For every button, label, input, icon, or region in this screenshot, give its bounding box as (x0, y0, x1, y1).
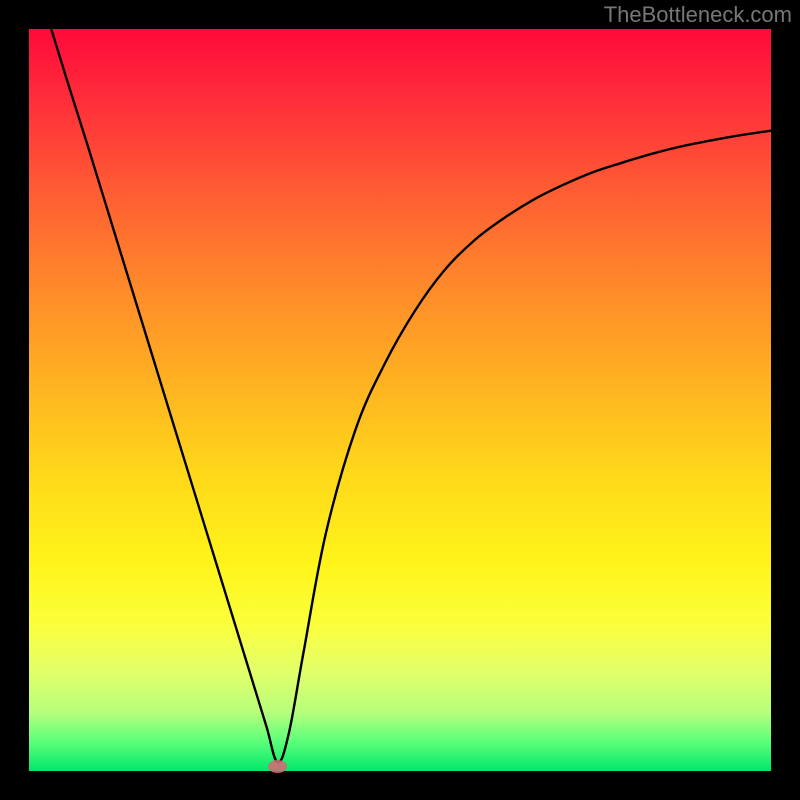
watermark-text: TheBottleneck.com (604, 2, 792, 28)
plot-area (29, 29, 771, 771)
chart-svg (29, 29, 771, 771)
bottleneck-curve (51, 29, 771, 762)
minimum-marker (268, 760, 287, 773)
